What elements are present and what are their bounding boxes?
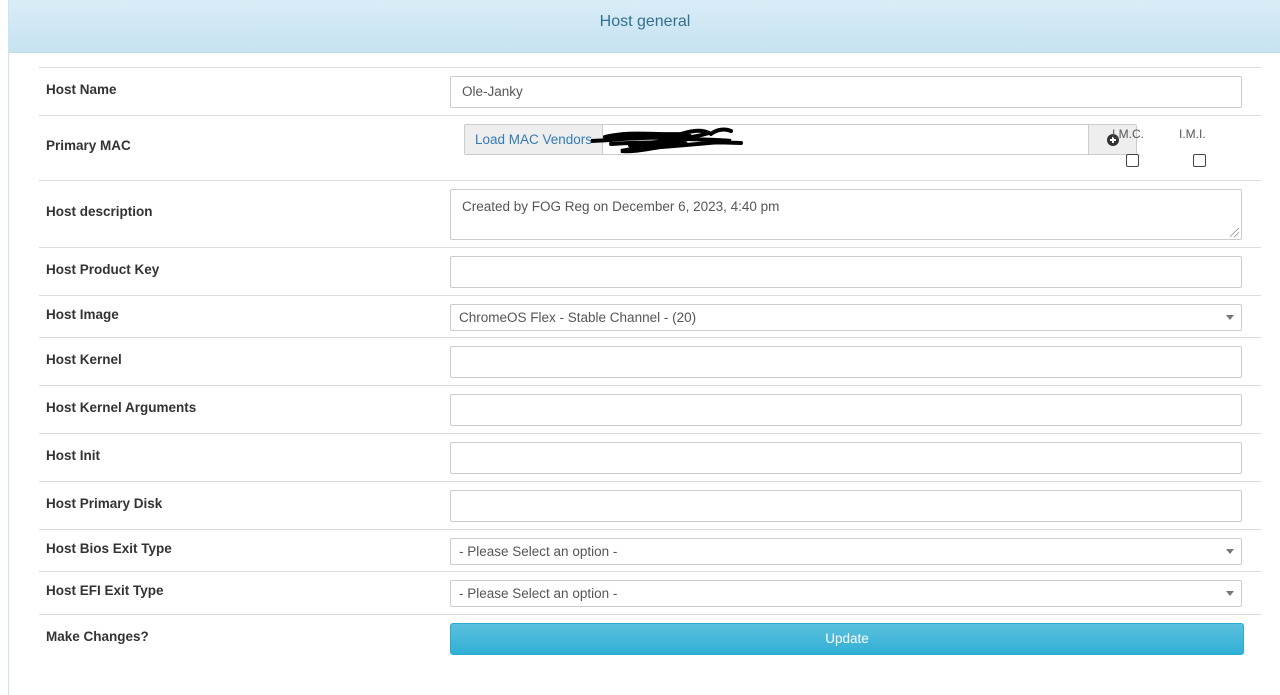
primary-mac-label: Primary MAC: [46, 138, 131, 153]
primary-mac-input-group: Load MAC Vendors: [464, 124, 1137, 155]
host-name-label: Host Name: [46, 82, 117, 97]
host-name-input[interactable]: Ole-Janky: [450, 76, 1242, 108]
host-bios-exit-type-label: Host Bios Exit Type: [46, 541, 172, 556]
host-init-row: Host Init: [39, 433, 1261, 482]
host-product-key-input[interactable]: [450, 256, 1242, 288]
load-mac-vendors-link[interactable]: Load MAC Vendors: [465, 125, 603, 154]
host-description-row: Host description Created by FOG Reg on D…: [39, 180, 1261, 248]
panel-title: Host general: [599, 13, 691, 30]
host-description-value: Created by FOG Reg on December 6, 2023, …: [462, 199, 780, 214]
host-bios-exit-type-row: Host Bios Exit Type - Please Select an o…: [39, 529, 1261, 572]
redaction-scribble: [591, 127, 743, 154]
dropdown-caret-icon: [1226, 549, 1234, 554]
host-efi-exit-type-select[interactable]: - Please Select an option -: [450, 580, 1242, 607]
update-button[interactable]: Update: [450, 623, 1244, 655]
host-primary-disk-row: Host Primary Disk: [39, 481, 1261, 530]
host-product-key-row: Host Product Key: [39, 247, 1261, 296]
host-image-label: Host Image: [46, 307, 119, 322]
host-init-label: Host Init: [46, 448, 100, 463]
imi-checkbox[interactable]: [1193, 154, 1206, 167]
host-description-textarea[interactable]: Created by FOG Reg on December 6, 2023, …: [450, 189, 1242, 240]
host-kernel-arguments-input[interactable]: [450, 394, 1242, 426]
dropdown-caret-icon: [1226, 591, 1234, 596]
host-description-label: Host description: [46, 204, 153, 219]
imc-label: I.M.C.: [1112, 127, 1144, 141]
make-changes-row: Make Changes? Update: [39, 614, 1261, 675]
host-general-panel: Host general Host Name Ole-Janky Primary…: [8, 0, 1280, 695]
imc-checkbox[interactable]: [1126, 154, 1139, 167]
primary-mac-row: Primary MAC Load MAC Vendors I.M.C. I.M.…: [39, 115, 1261, 181]
primary-mac-input[interactable]: [591, 125, 1049, 154]
host-kernel-arguments-label: Host Kernel Arguments: [46, 400, 197, 415]
host-product-key-label: Host Product Key: [46, 262, 160, 277]
host-image-selected: ChromeOS Flex - Stable Channel - (20): [459, 310, 697, 325]
host-kernel-input[interactable]: [450, 346, 1242, 378]
imi-label: I.M.I.: [1179, 127, 1206, 141]
host-efi-exit-type-row: Host EFI Exit Type - Please Select an op…: [39, 571, 1261, 615]
host-kernel-row: Host Kernel: [39, 337, 1261, 386]
make-changes-label: Make Changes?: [46, 629, 149, 644]
host-primary-disk-label: Host Primary Disk: [46, 496, 163, 511]
host-primary-disk-input[interactable]: [450, 490, 1242, 522]
host-bios-exit-type-selected: - Please Select an option -: [459, 544, 618, 559]
host-init-input[interactable]: [450, 442, 1242, 474]
host-efi-exit-type-selected: - Please Select an option -: [459, 586, 618, 601]
panel-header: Host general: [9, 0, 1280, 53]
resize-grip-icon[interactable]: [1230, 228, 1239, 237]
host-image-row: Host Image ChromeOS Flex - Stable Channe…: [39, 295, 1261, 338]
dropdown-caret-icon: [1226, 315, 1234, 320]
host-name-row: Host Name Ole-Janky: [39, 67, 1261, 116]
host-bios-exit-type-select[interactable]: - Please Select an option -: [450, 538, 1242, 565]
host-image-select[interactable]: ChromeOS Flex - Stable Channel - (20): [450, 304, 1242, 331]
host-kernel-arguments-row: Host Kernel Arguments: [39, 385, 1261, 434]
host-efi-exit-type-label: Host EFI Exit Type: [46, 583, 164, 598]
host-kernel-label: Host Kernel: [46, 352, 122, 367]
